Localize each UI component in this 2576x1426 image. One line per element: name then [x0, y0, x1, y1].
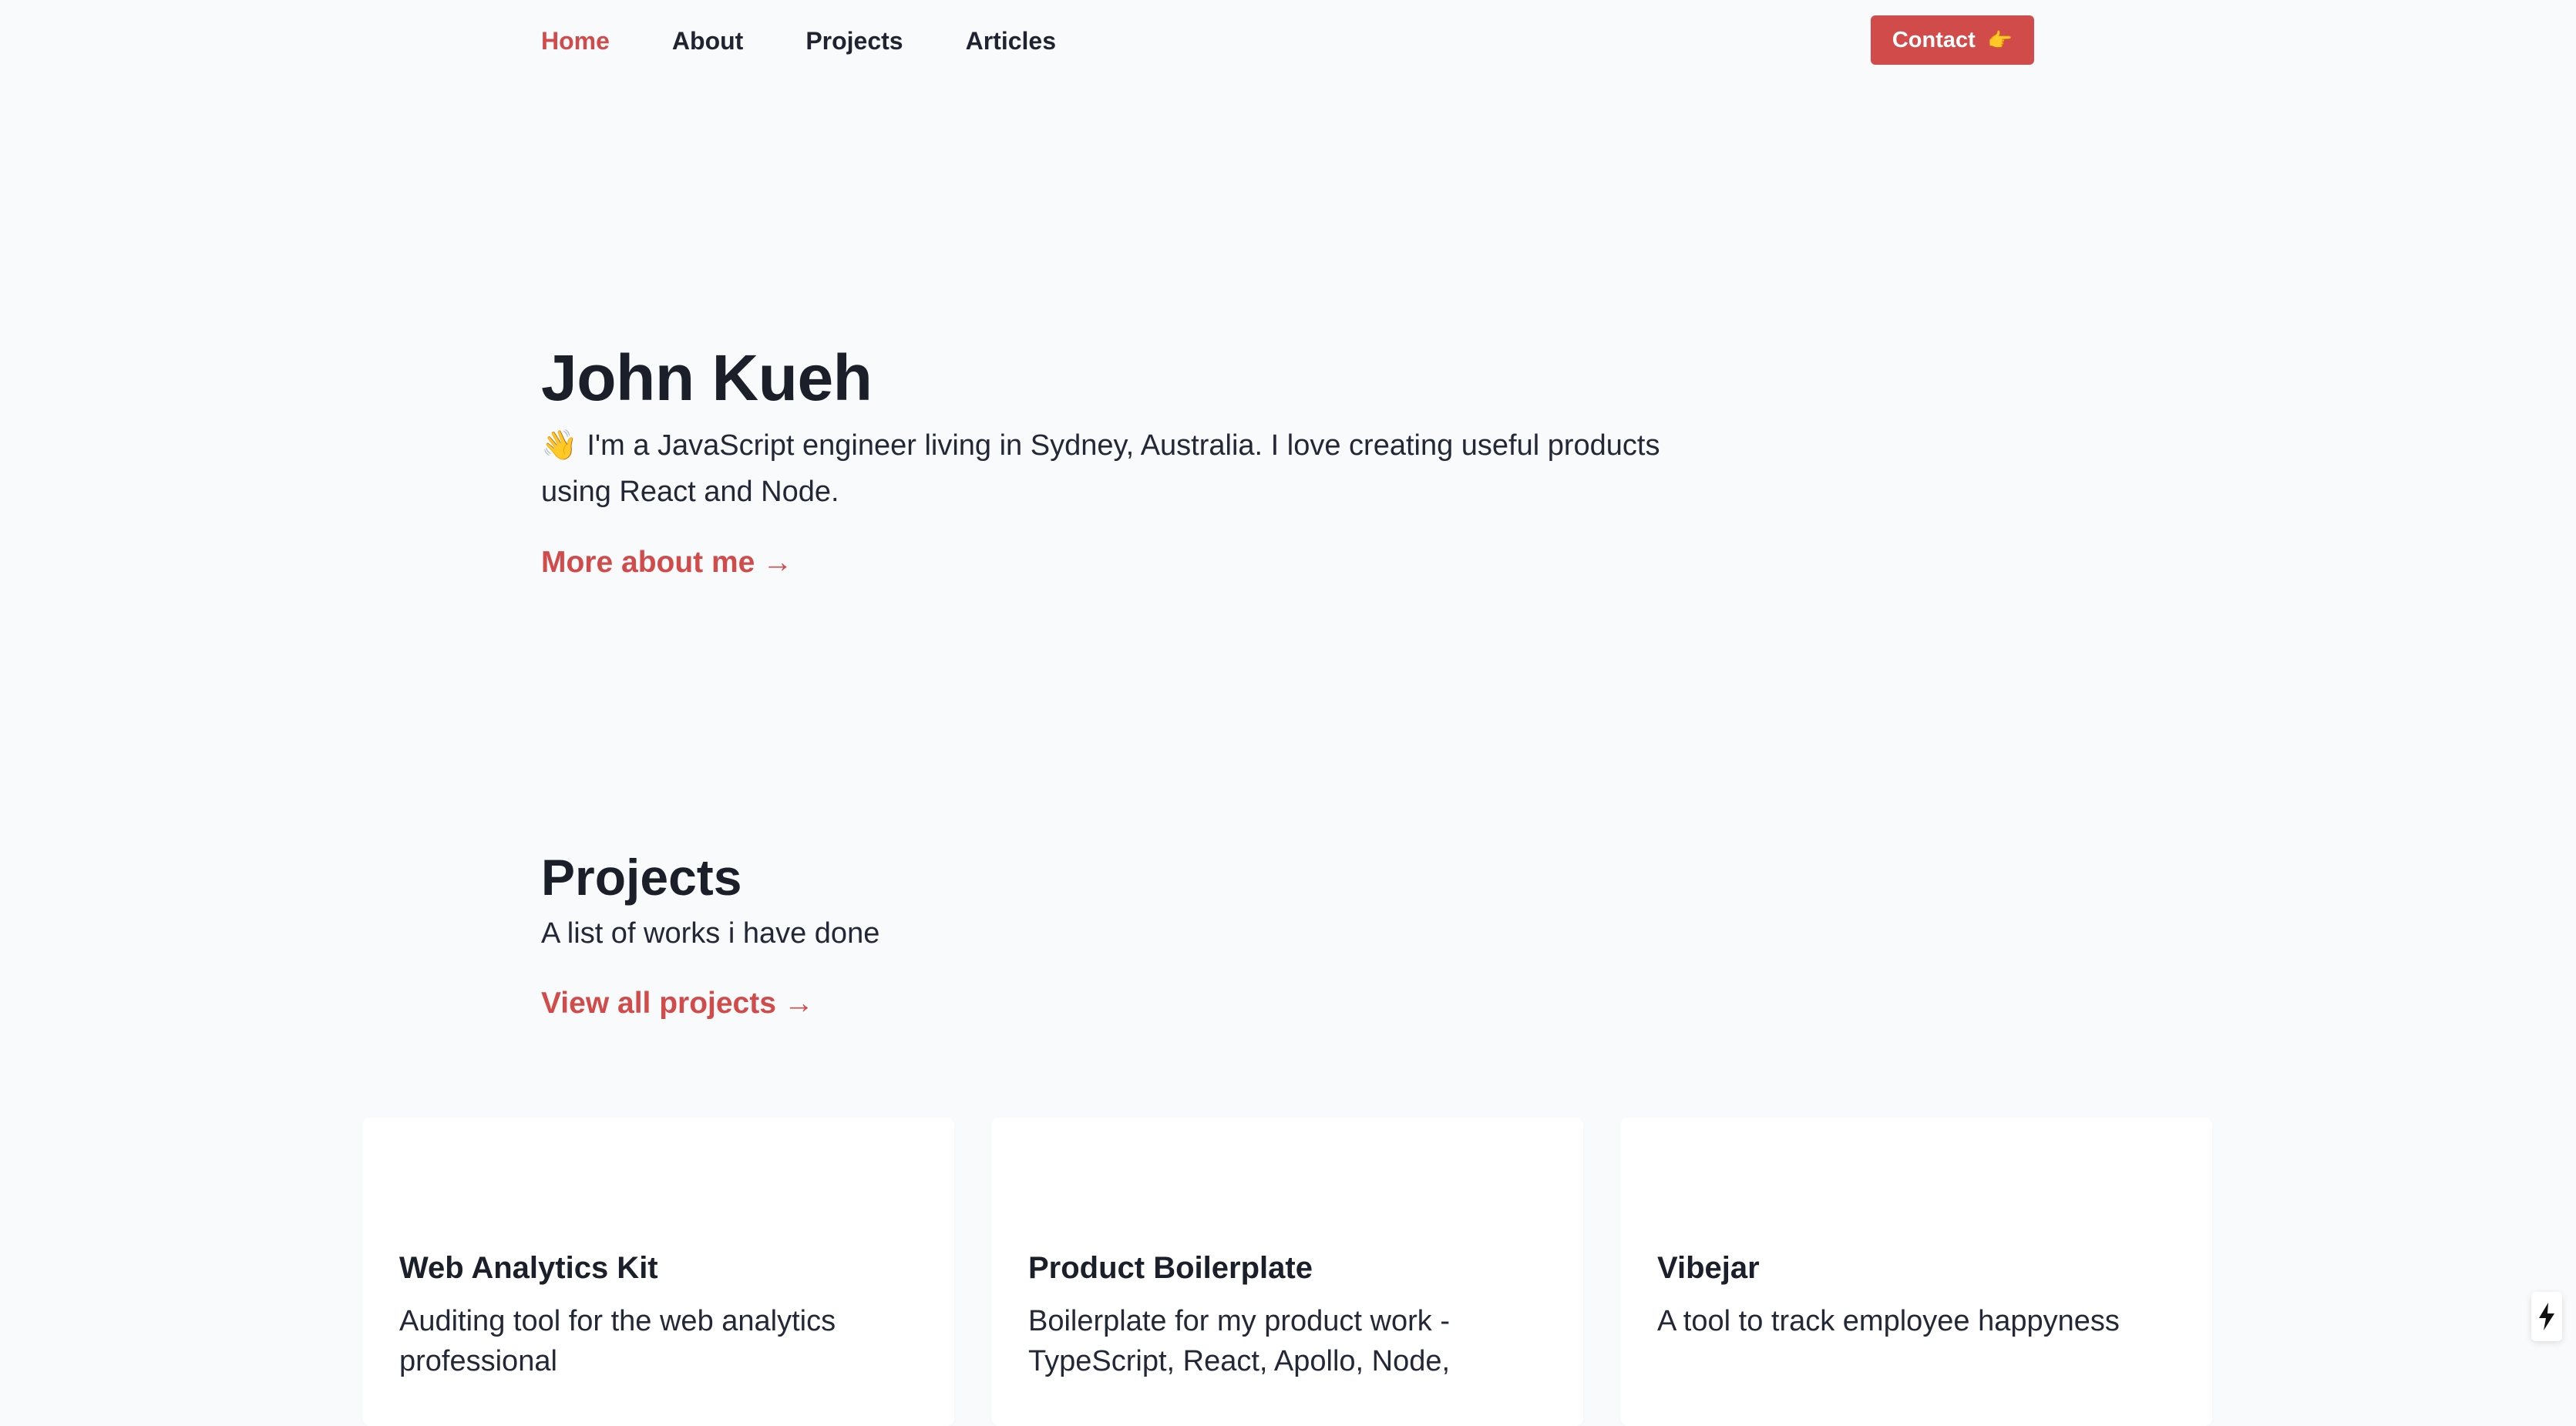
project-card[interactable]: Vibejar A tool to track employee happyne… [1620, 1118, 2212, 1426]
project-card-title: Web Analytics Kit [399, 1251, 658, 1285]
pointing-hand-icon: 👉 [1987, 28, 2013, 52]
waving-hand-icon: 👋 [541, 429, 578, 462]
nav-link-home[interactable]: Home [541, 27, 610, 55]
project-card-description: Auditing tool for the web analytics prof… [399, 1305, 836, 1377]
hero-name: John Kueh [541, 341, 873, 414]
contact-button-label: Contact [1892, 27, 1976, 52]
project-cards: Web Analytics Kit Auditing tool for the … [362, 1118, 2212, 1426]
nav-link-about[interactable]: About [672, 27, 743, 55]
lightning-bolt-icon [2539, 1303, 2554, 1330]
nav-links: Home About Projects Articles [541, 27, 1118, 55]
projects-section: Projects A list of works i have done Vie… [541, 840, 1744, 1021]
nav-link-articles[interactable]: Articles [966, 27, 1056, 55]
dev-indicator-button[interactable] [2531, 1292, 2562, 1341]
arrow-right-icon: → [783, 987, 814, 1020]
project-card[interactable]: Product Boilerplate Boilerplate for my p… [991, 1118, 1583, 1426]
projects-subtitle: A list of works i have done [541, 917, 880, 950]
projects-title: Projects [541, 849, 742, 906]
arrow-right-icon: → [762, 546, 793, 579]
view-all-projects-link[interactable]: View all projects → [541, 987, 814, 1021]
more-about-me-link[interactable]: More about me → [541, 546, 792, 580]
hero-section: John Kueh 👋 I'm a JavaScript engineer liv… [541, 339, 1744, 580]
hero-intro: 👋 I'm a JavaScript engineer living in Syd… [541, 422, 1697, 515]
contact-button[interactable]: Contact 👉 [1871, 15, 2034, 65]
top-navigation: Home About Projects Articles Contact 👉 [541, 15, 2034, 66]
project-card-description: A tool to track employee happyness [1657, 1305, 2120, 1337]
project-card[interactable]: Web Analytics Kit Auditing tool for the … [362, 1118, 954, 1426]
hero-intro-text: I'm a JavaScript engineer living in Sydn… [541, 429, 1660, 508]
view-all-projects-label: View all projects [541, 987, 776, 1020]
project-card-description: Boilerplate for my product work - TypeSc… [1028, 1305, 1451, 1377]
project-card-title: Product Boilerplate [1028, 1251, 1313, 1285]
project-card-title: Vibejar [1657, 1251, 1760, 1285]
nav-link-projects[interactable]: Projects [805, 27, 903, 55]
more-about-me-label: More about me [541, 546, 755, 579]
